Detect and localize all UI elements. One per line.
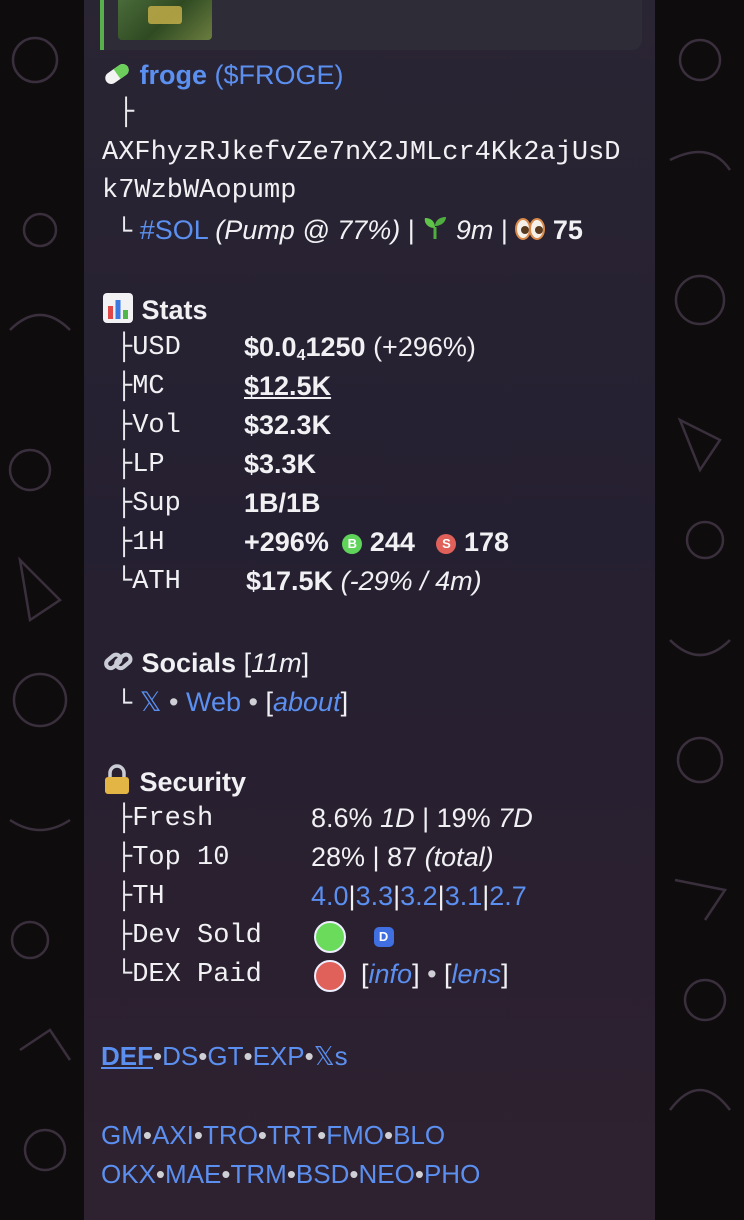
x-search-link[interactable]: 𝕏s	[314, 1041, 348, 1071]
stats-label-ath: └ATH	[116, 567, 181, 597]
red-circle-icon	[314, 959, 346, 992]
gm-link[interactable]: GM	[101, 1120, 143, 1150]
stats-label-mc: ├MC	[116, 372, 165, 402]
info-link[interactable]: info	[369, 959, 413, 989]
token-title-line: froge ($FROGE)	[102, 58, 344, 94]
tree-branch: ├	[118, 98, 135, 128]
blo-link[interactable]: BLO	[393, 1120, 445, 1150]
socials-links: └ 𝕏 • Web • [about]	[116, 687, 349, 720]
bar-chart-icon	[102, 292, 134, 332]
th-link[interactable]: 2.7	[489, 881, 527, 911]
tro-link[interactable]: TRO	[203, 1120, 258, 1150]
eyes-icon	[515, 215, 546, 249]
buy-badge-icon: B	[342, 533, 363, 554]
lock-icon	[102, 764, 132, 804]
pump-progress: (Pump @ 77%)	[215, 215, 401, 245]
lens-link[interactable]: lens	[452, 959, 502, 989]
trt-link[interactable]: TRT	[267, 1120, 317, 1150]
watchers-count: 75	[552, 215, 583, 245]
stats-label-sup: ├Sup	[116, 489, 181, 519]
dev-badge-icon[interactable]: D	[373, 926, 394, 947]
stats-label-lp: ├LP	[116, 450, 165, 480]
security-value-fresh: 8.6% 1D | 19% 7D	[311, 803, 533, 833]
token-age: 9m	[455, 215, 494, 245]
security-header: Security	[102, 764, 246, 804]
x-link[interactable]: 𝕏	[140, 687, 162, 717]
okx-link[interactable]: OKX	[101, 1159, 156, 1189]
stats-value-ath: $17.5K (-29% / 4m)	[246, 566, 482, 596]
th-link[interactable]: 3.3	[356, 881, 394, 911]
axi-link[interactable]: AXI	[152, 1120, 194, 1150]
security-label-dexpaid: └DEX Paid	[116, 960, 262, 990]
security-title: Security	[139, 767, 247, 798]
fmo-link[interactable]: FMO	[326, 1120, 384, 1150]
security-value-devsold: D	[314, 920, 394, 953]
stats-header: Stats	[102, 292, 208, 332]
quick-links-row1: DEF•DS•GT•EXP•𝕏s	[101, 1041, 348, 1071]
gt-link[interactable]: GT	[207, 1041, 243, 1071]
socials-age: 11m	[251, 648, 302, 679]
exp-link[interactable]: EXP	[253, 1041, 305, 1071]
def-link[interactable]: DEF	[101, 1041, 153, 1071]
stats-value-1h: +296% B 244 S 178	[244, 527, 510, 557]
green-circle-icon	[314, 920, 346, 953]
token-name-link[interactable]: froge	[140, 60, 208, 90]
trm-link[interactable]: TRM	[230, 1159, 286, 1189]
security-label-devsold: ├Dev Sold	[116, 921, 262, 951]
socials-title: Socials	[141, 648, 237, 679]
security-label-top10: ├Top 10	[116, 843, 230, 873]
link-icon	[102, 646, 134, 684]
about-link[interactable]: about	[273, 687, 341, 717]
stats-value-usd: $0.041250 (+296%)	[244, 332, 476, 364]
preview-thumbnail[interactable]	[118, 0, 212, 40]
th-link[interactable]: 3.1	[445, 881, 483, 911]
link-preview[interactable]	[100, 0, 642, 50]
pill-icon	[102, 60, 132, 94]
stats-label-vol: ├Vol	[116, 411, 181, 441]
stats-label-usd: ├USD	[116, 333, 181, 363]
stats-label-1h: ├1H	[116, 528, 165, 558]
th-link[interactable]: 4.0	[311, 881, 349, 911]
token-meta-line: └ #SOL (Pump @ 77%) | 9m | 75	[116, 215, 583, 249]
security-label-fresh: ├Fresh	[116, 804, 214, 834]
stats-value-sup: 1B/1B	[244, 488, 321, 518]
bsd-link[interactable]: BSD	[296, 1159, 349, 1189]
stats-title: Stats	[141, 295, 208, 326]
stats-value-lp: $3.3K	[244, 449, 317, 479]
stats-value-vol: $32.3K	[244, 410, 332, 440]
pho-link[interactable]: PHO	[424, 1159, 480, 1189]
seedling-icon	[422, 215, 448, 249]
sells-count: 178	[463, 527, 510, 557]
contract-address-line1[interactable]: AXFhyzRJkefvZe7nX2JMLcr4Kk2ajUsD	[102, 136, 620, 170]
neo-link[interactable]: NEO	[359, 1159, 415, 1189]
ds-link[interactable]: DS	[162, 1041, 198, 1071]
contract-address-line2[interactable]: k7WzbWAopump	[102, 174, 296, 208]
th-link[interactable]: 3.2	[400, 881, 438, 911]
buys-count: 244	[369, 527, 415, 557]
mae-link[interactable]: MAE	[165, 1159, 221, 1189]
security-value-th: 4.0|3.3|3.2|3.1|2.7	[311, 881, 527, 911]
sell-badge-icon: S	[436, 533, 457, 554]
security-label-th: ├TH	[116, 882, 165, 912]
quick-links-row3: OKX•MAE•TRM•BSD•NEO•PHO	[101, 1159, 481, 1189]
chain-link[interactable]: #SOL	[140, 215, 208, 245]
token-ticker[interactable]: ($FROGE)	[215, 60, 344, 90]
stats-value-mc[interactable]: $12.5K	[244, 371, 331, 402]
web-link[interactable]: Web	[186, 687, 241, 717]
security-value-dexpaid: [info] • [lens]	[314, 959, 509, 992]
socials-header: Socials [11m]	[102, 646, 309, 684]
security-value-top10: 28% | 87 (total)	[311, 842, 494, 872]
quick-links-row2: GM•AXI•TRO•TRT•FMO•BLO	[101, 1120, 446, 1150]
